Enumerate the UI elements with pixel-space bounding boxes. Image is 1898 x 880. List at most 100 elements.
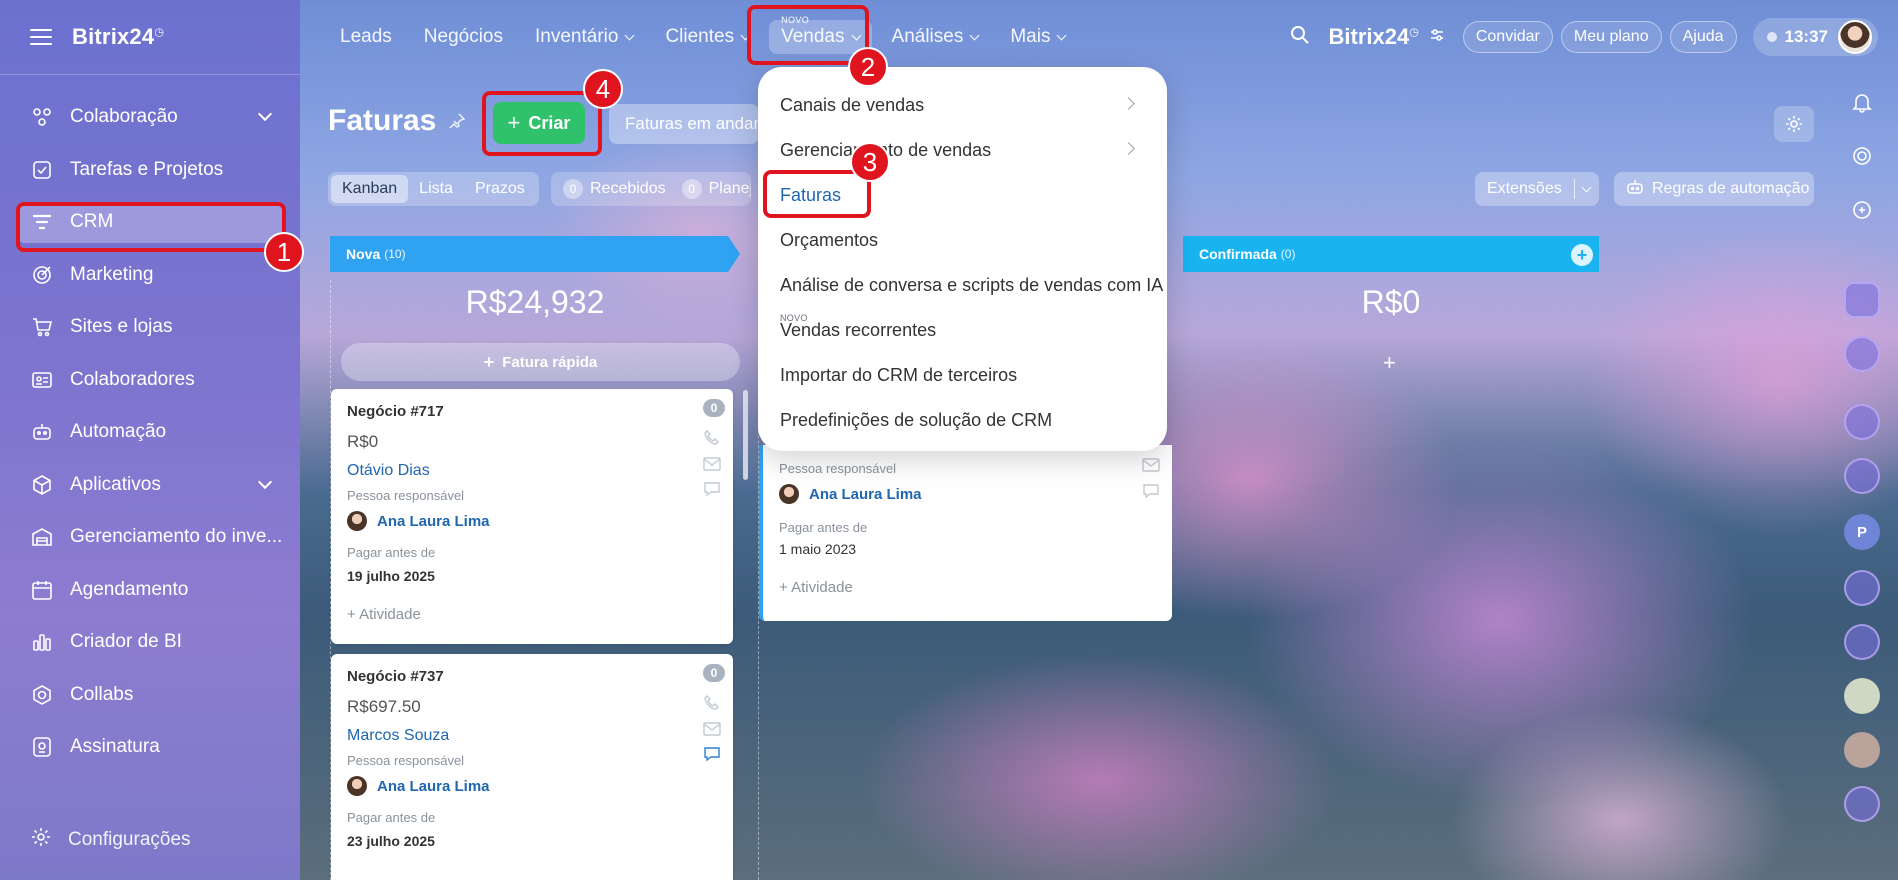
card-client-link[interactable]: Otávio Dias [347, 462, 717, 480]
menu-item-canais-de-vendas[interactable]: Canais de vendas [758, 83, 1167, 128]
sidebar-item-tarefas[interactable]: Tarefas e Projetos [0, 144, 300, 197]
nav-analises[interactable]: Análises [892, 26, 980, 48]
mail-icon[interactable] [703, 721, 721, 737]
mail-icon[interactable] [703, 456, 721, 472]
card-responsible-label: Pessoa responsável [779, 461, 897, 476]
nav-mais[interactable]: Mais [1010, 26, 1067, 48]
sidebar-item-sites[interactable]: Sites e lojas [0, 301, 300, 354]
nav-clientes[interactable]: Clientes [665, 26, 751, 48]
menu-item-label: Orçamentos [780, 230, 879, 250]
extensions-button[interactable]: Extensões [1475, 172, 1599, 206]
sidebar-item-agendamento[interactable]: Agendamento [0, 564, 300, 617]
chat-icon[interactable] [703, 746, 721, 762]
contact-avatar[interactable] [1844, 678, 1880, 714]
sidebar-item-collabs[interactable]: Collabs [0, 669, 300, 722]
bookmark-icon[interactable] [1844, 282, 1880, 318]
sidebar-item-inventario[interactable]: Gerenciamento do inve... [0, 511, 300, 564]
invoice-card[interactable]: Negócio #717 0 R$0 Otávio Dias Pessoa re… [331, 389, 733, 644]
filter-label: Faturas em andamento [625, 114, 759, 133]
sidebar-item-configuracoes[interactable]: Configurações [30, 826, 191, 854]
card-due-date: 1 maio 2023 [779, 541, 857, 557]
copilot-icon[interactable] [1844, 138, 1880, 174]
counter-planned[interactable]: 0 Planejados [681, 179, 751, 199]
invoice-card-partial[interactable]: Pessoa responsável Ana Laura Lima Pagar … [759, 445, 1172, 621]
menu-item-label: Predefinições de solução de CRM [780, 410, 1053, 430]
card-responsible-user[interactable]: Ana Laura Lima [779, 484, 1156, 504]
sidebar-item-automacao[interactable]: Automação [0, 406, 300, 459]
page-settings-button[interactable] [1774, 106, 1814, 142]
work-time-clock[interactable]: 13:37 [1752, 18, 1878, 56]
column-scrollbar[interactable] [743, 390, 748, 480]
column-header-nova[interactable]: Nova (10) [330, 236, 740, 272]
menu-item-analise-de-conversa[interactable]: Análise de conversa e scripts de vendas … [758, 263, 1167, 308]
tab-prazos[interactable]: Prazos [464, 175, 536, 203]
search-icon[interactable] [1289, 24, 1311, 51]
menu-item-gerenciamento-de-vendas[interactable]: Gerenciamento de vendas [758, 128, 1167, 173]
bitrix-logo[interactable]: Bitrix24◷ [72, 24, 164, 50]
card-client-link[interactable]: Marcos Souza [347, 727, 717, 745]
quick-invoice-button[interactable]: + Fatura rápida [341, 343, 740, 381]
invite-button[interactable]: Convidar [1462, 21, 1553, 53]
sliders-icon[interactable] [1429, 27, 1445, 48]
copilot-chat-icon[interactable] [1844, 624, 1880, 660]
copilot-chat-icon[interactable] [1844, 404, 1880, 440]
sidebar-item-aplicativos[interactable]: Aplicativos [0, 459, 300, 512]
robot-icon [30, 420, 54, 444]
user-avatar[interactable] [1838, 20, 1872, 54]
copilot-chat-icon[interactable] [1844, 336, 1880, 372]
bell-icon[interactable] [1844, 84, 1880, 120]
automation-rules-button[interactable]: Regras de automação [1614, 172, 1814, 206]
copilot-chat-icon[interactable] [1844, 458, 1880, 494]
sidebar-item-colaboradores[interactable]: Colaboradores [0, 354, 300, 407]
my-plan-button[interactable]: Meu plano [1560, 21, 1662, 53]
sidebar-item-colaboracao[interactable]: Colaboração [0, 91, 300, 144]
contact-avatar-p[interactable]: P [1844, 514, 1880, 550]
chat-search-icon[interactable] [1844, 192, 1880, 228]
nav-negocios[interactable]: Negócios [424, 26, 503, 48]
view-switcher: Kanban Lista Prazos [328, 172, 539, 206]
employees-icon [30, 368, 54, 392]
bitrix-brand-top[interactable]: Bitrix24◷ [1329, 24, 1419, 50]
tab-kanban[interactable]: Kanban [331, 175, 409, 203]
menu-item-vendas-recorrentes[interactable]: NOVO Vendas recorrentes [758, 308, 1167, 353]
chevron-down-icon [257, 474, 273, 489]
right-rail: P [1826, 74, 1898, 880]
phone-icon[interactable] [703, 429, 721, 447]
add-activity-link[interactable]: + Atividade [347, 606, 717, 623]
card-responsible-user[interactable]: Ana Laura Lima [347, 511, 717, 531]
copilot-chat-icon[interactable] [1844, 570, 1880, 606]
nav-leads[interactable]: Leads [340, 26, 392, 48]
contact-avatar[interactable] [1844, 732, 1880, 768]
top-bar: Leads Negócios Inventário Clientes NOVO … [300, 0, 1898, 74]
copilot-chat-icon[interactable] [1844, 786, 1880, 822]
add-activity-link[interactable]: + Atividade [779, 579, 1156, 596]
sidebar-item-marketing[interactable]: Marketing [0, 249, 300, 302]
menu-item-importar-crm[interactable]: Importar do CRM de terceiros [758, 353, 1167, 398]
add-column-icon[interactable]: + [1571, 244, 1593, 266]
filter-preset-button[interactable]: Faturas em andamento [609, 104, 759, 144]
page-title: Faturas [328, 104, 466, 138]
menu-item-orcamentos[interactable]: Orçamentos [758, 218, 1167, 263]
menu-burger-icon[interactable] [30, 29, 52, 45]
tab-lista[interactable]: Lista [408, 175, 464, 203]
invoice-card[interactable]: Negócio #737 0 R$697.50 Marcos Souza Pes… [331, 654, 733, 880]
sidebar-item-bi[interactable]: Criador de BI [0, 616, 300, 669]
nav-inventario[interactable]: Inventário [535, 26, 635, 48]
card-title[interactable]: Negócio #717 [347, 403, 717, 420]
help-button[interactable]: Ajuda [1669, 21, 1737, 53]
card-title[interactable]: Negócio #737 [347, 668, 717, 685]
card-responsible-user[interactable]: Ana Laura Lima [347, 776, 717, 796]
chat-icon[interactable] [703, 481, 721, 497]
pin-icon[interactable] [448, 112, 466, 130]
column-header-confirmada[interactable]: Confirmada (0) + [1183, 236, 1599, 272]
add-card-plus-icon[interactable]: + [1383, 350, 1396, 376]
chat-icon[interactable] [1142, 483, 1160, 499]
sidebar-item-assinatura[interactable]: Assinatura [0, 721, 300, 774]
vendas-dropdown-menu: Canais de vendas Gerenciamento de vendas… [758, 67, 1167, 451]
counter-received[interactable]: 0 Recebidos [563, 179, 666, 199]
menu-item-predefinicoes-crm[interactable]: Predefinições de solução de CRM [758, 398, 1167, 443]
card-due-label: Pagar antes de [779, 520, 868, 535]
sidebar-header: Bitrix24◷ [0, 0, 300, 74]
mail-icon[interactable] [1142, 457, 1160, 473]
phone-icon[interactable] [703, 694, 721, 712]
